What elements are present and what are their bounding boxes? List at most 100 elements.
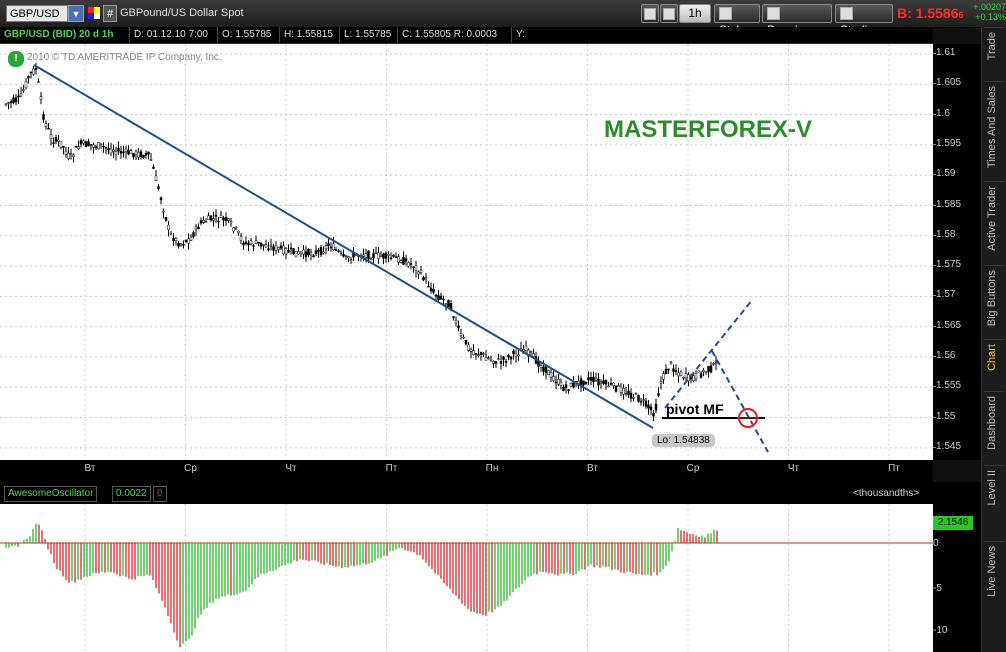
candle bbox=[639, 397, 643, 406]
link-color-icon[interactable] bbox=[88, 7, 100, 19]
tab-live-news[interactable]: Live News bbox=[984, 541, 1004, 604]
candle bbox=[202, 216, 205, 224]
candle bbox=[447, 299, 450, 308]
candle bbox=[432, 283, 435, 295]
candle bbox=[332, 236, 335, 251]
candle bbox=[632, 394, 635, 402]
candle bbox=[74, 145, 78, 148]
indicator-name[interactable]: AwesomeOscillator bbox=[4, 486, 98, 502]
bar-y: Y: bbox=[516, 29, 525, 40]
candle bbox=[122, 145, 125, 158]
candle bbox=[372, 248, 375, 265]
time-axis[interactable]: Вт Ср Чт Пт Пн Вт Ср Чт Пт bbox=[0, 460, 933, 482]
candle bbox=[394, 252, 398, 258]
instrument-description: GBPound/US Dollar Spot bbox=[120, 7, 244, 19]
candle bbox=[477, 348, 480, 358]
tab-active-trader[interactable]: Active Trader bbox=[984, 181, 1004, 258]
studies-button[interactable]: Studies bbox=[835, 4, 893, 37]
zoom-icon[interactable] bbox=[660, 4, 678, 23]
tab-chart[interactable]: Chart bbox=[984, 339, 1004, 384]
chart-info-bar: GBP/USD (BID) 20 d 1h D: 01.12.10 7:00 O… bbox=[0, 27, 933, 44]
candle bbox=[249, 237, 253, 246]
tab-level-ii[interactable]: Level II bbox=[984, 465, 1004, 512]
candle bbox=[547, 369, 550, 375]
drawings-button[interactable]: Drawings bbox=[762, 4, 832, 37]
candle bbox=[339, 250, 343, 256]
price-chart[interactable]: ! 2010 © TD AMERITRADE IP Company, Inc. … bbox=[0, 44, 933, 460]
main-trendline[interactable] bbox=[33, 64, 654, 429]
candle bbox=[319, 245, 323, 258]
candle bbox=[287, 244, 290, 253]
tab-dashboard[interactable]: Dashboard bbox=[984, 391, 1004, 458]
candle bbox=[612, 381, 615, 390]
candle bbox=[129, 148, 133, 154]
oscillator-axis[interactable]: 2.1546 0 -5 -10 bbox=[933, 482, 981, 652]
tab-times-and-sales[interactable]: Times And Sales bbox=[984, 81, 1004, 178]
candle bbox=[177, 241, 180, 249]
candle bbox=[462, 334, 465, 340]
candle bbox=[597, 372, 600, 391]
style-button[interactable]: Style bbox=[714, 4, 760, 37]
candle bbox=[317, 247, 320, 258]
candle bbox=[654, 398, 658, 414]
candle bbox=[119, 145, 123, 159]
candle bbox=[594, 372, 598, 382]
studies-icon bbox=[840, 7, 853, 21]
tab-big-buttons[interactable]: Big Buttons bbox=[984, 265, 1004, 336]
candle bbox=[7, 102, 10, 110]
oscillator-panel[interactable] bbox=[0, 504, 933, 652]
candle bbox=[377, 247, 380, 265]
candle bbox=[492, 360, 495, 368]
price-tick: 1.61 bbox=[932, 47, 956, 58]
candle bbox=[329, 242, 333, 252]
candle bbox=[242, 240, 245, 251]
candle bbox=[62, 145, 65, 155]
timeframe-button[interactable]: 1h bbox=[679, 4, 711, 23]
oscillator-canvas[interactable] bbox=[0, 504, 933, 652]
candle bbox=[577, 375, 580, 390]
oscillator-histogram bbox=[5, 523, 718, 648]
info-icon[interactable]: ! bbox=[8, 51, 24, 67]
price-tick: 1.555 bbox=[932, 380, 962, 392]
candle bbox=[342, 249, 345, 258]
candle bbox=[192, 230, 195, 239]
candle bbox=[514, 349, 518, 363]
tab-trade[interactable]: Trade bbox=[984, 27, 1004, 68]
candle bbox=[337, 248, 340, 253]
candle bbox=[219, 210, 223, 218]
day-label: Пт bbox=[888, 463, 900, 474]
candle bbox=[459, 328, 463, 340]
pivot-label: pivot MF bbox=[666, 401, 724, 417]
price-axis[interactable]: 1.61 1.605 1.6 1.595 1.59 1.585 1.58 1.575 1.57 1… bbox=[932, 44, 981, 460]
candle bbox=[274, 241, 278, 255]
candle bbox=[682, 376, 685, 381]
candle bbox=[497, 353, 500, 361]
wrench-icon[interactable] bbox=[641, 4, 659, 23]
candle bbox=[557, 374, 560, 386]
candle bbox=[509, 356, 513, 365]
candle bbox=[167, 220, 170, 237]
symbol-dropdown-button[interactable]: ▼ bbox=[68, 5, 84, 22]
candle bbox=[257, 242, 260, 247]
candle bbox=[677, 367, 680, 383]
bar-open: O: 1.55785 bbox=[218, 27, 280, 43]
candle bbox=[482, 352, 485, 357]
candle bbox=[17, 89, 20, 104]
candle bbox=[127, 145, 130, 156]
oscillator-current-badge: 2.1546 bbox=[933, 516, 973, 530]
price-tick: 1.59 bbox=[932, 168, 956, 180]
candle bbox=[199, 217, 203, 226]
projection-line-up[interactable] bbox=[664, 298, 754, 409]
candle bbox=[297, 247, 300, 255]
candle bbox=[157, 184, 160, 191]
candle bbox=[229, 217, 233, 227]
candle bbox=[269, 238, 273, 251]
timeframe-label: 1h bbox=[688, 6, 702, 20]
candle bbox=[387, 251, 390, 263]
symbol-input[interactable]: GBP/USD bbox=[6, 5, 68, 22]
candle bbox=[107, 142, 110, 155]
candle bbox=[699, 371, 703, 379]
candle bbox=[587, 371, 590, 385]
hash-icon[interactable]: # bbox=[103, 5, 117, 22]
price-chart-canvas[interactable] bbox=[0, 44, 933, 460]
